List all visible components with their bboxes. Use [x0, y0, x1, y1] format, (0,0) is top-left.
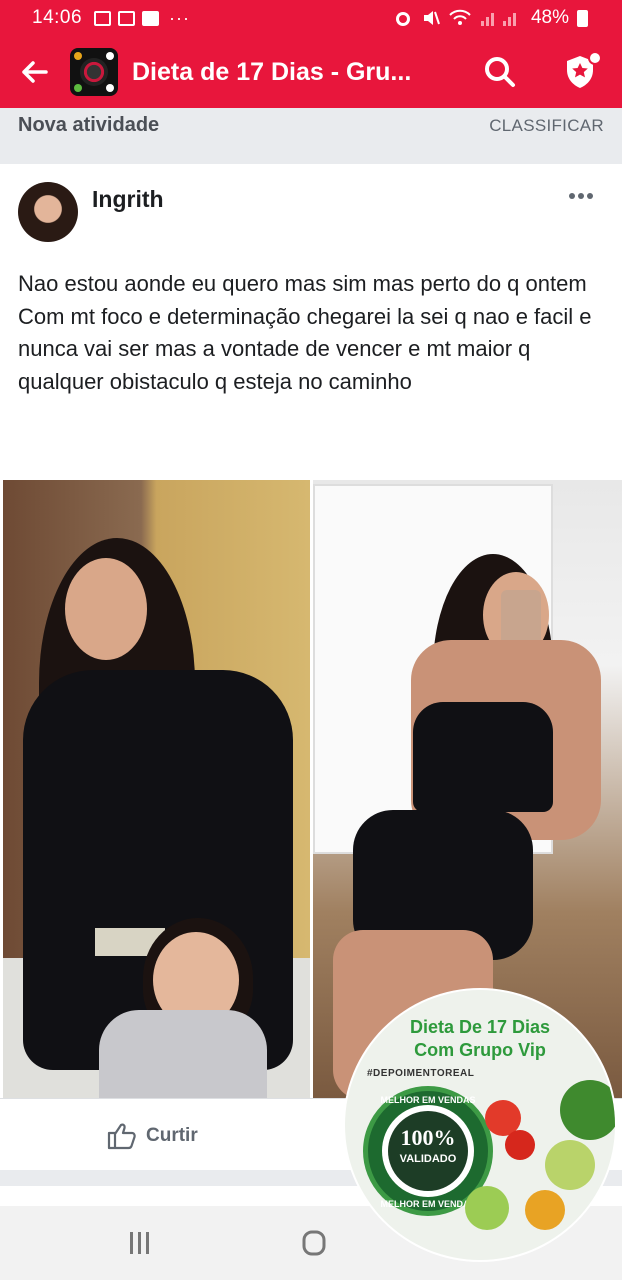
lime-image [545, 1140, 595, 1190]
post-options-button[interactable] [566, 186, 596, 206]
app-notification-icon [118, 10, 136, 26]
recent-apps-button[interactable] [128, 1230, 152, 1256]
badge-hashtag: #DEPOIMENTOREAL [367, 1068, 475, 1079]
badge-title-line: Dieta De 17 Dias [409, 1017, 551, 1037]
tomato-image [505, 1130, 535, 1160]
photo-child-body [99, 1010, 267, 1098]
battery-icon [577, 9, 588, 27]
like-button[interactable]: Curtir [106, 1121, 198, 1151]
recent-apps-icon [130, 1232, 149, 1254]
facebook-notification-icon [142, 10, 160, 26]
post-text-line: Com mt foco e determinação chegarei la s… [18, 303, 592, 394]
feed-sort-row: Nova atividade CLASSIFICAR [0, 108, 622, 164]
search-icon [485, 57, 515, 87]
badge-title: Dieta De 17 Dias Com Grupo Vip [345, 1016, 615, 1062]
sort-button[interactable]: CLASSIFICAR [489, 116, 604, 136]
group-admin-button[interactable] [560, 50, 604, 94]
more-notifications-icon: ··· [169, 7, 191, 28]
status-bar: 14:06 ··· 48% [0, 0, 622, 36]
alarm-icon [395, 12, 410, 26]
shield-star-icon [567, 51, 602, 88]
seal-core: 100% VALIDADO [388, 1111, 468, 1191]
seal-validated: VALIDADO [399, 1153, 457, 1165]
system-status: 48% [393, 0, 588, 36]
notification-icons [94, 10, 160, 26]
more-icon [569, 193, 593, 199]
page-title[interactable]: Dieta de 17 Dias - Gru... [132, 58, 432, 87]
status-time: 14:06 [32, 7, 83, 28]
author-name[interactable]: Ingrith [92, 186, 164, 213]
back-arrow-icon [22, 61, 48, 83]
pepper-image [525, 1190, 565, 1230]
search-button[interactable] [480, 50, 520, 94]
post-text-line: Nao estou aonde eu quero mas sim mas per… [18, 271, 587, 296]
post-text: Nao estou aonde eu quero mas sim mas per… [18, 268, 614, 398]
seal-ring: 100% VALIDADO [382, 1105, 474, 1197]
feed-label: Nova atividade [18, 114, 160, 136]
like-label: Curtir [146, 1125, 198, 1146]
seal-top-text: MELHOR EM VENDAS [380, 1095, 476, 1105]
author-avatar[interactable] [18, 182, 78, 242]
cucumber-image [465, 1186, 509, 1230]
photo-top [413, 702, 553, 812]
home-button[interactable] [301, 1230, 327, 1256]
badge-title-line: Com Grupo Vip [414, 1040, 546, 1060]
app-bar: Dieta de 17 Dias - Gru... [0, 36, 622, 108]
gallery-notification-icon [94, 10, 112, 26]
battery-percent: 48% [530, 7, 569, 28]
photo-face [65, 558, 147, 660]
post-photo-before[interactable] [3, 480, 310, 1098]
signal-icon [480, 13, 516, 26]
seal-number: 100% [400, 1125, 456, 1150]
herbs-image [560, 1080, 615, 1140]
group-avatar[interactable] [70, 48, 118, 96]
thumbs-up-icon [107, 1123, 136, 1150]
home-icon [302, 1230, 326, 1256]
wifi-icon [449, 9, 471, 25]
mute-icon [423, 11, 440, 25]
back-button[interactable] [0, 36, 70, 108]
promo-badge-overlay: Dieta De 17 Dias Com Grupo Vip #DEPOIMEN… [345, 990, 615, 1260]
